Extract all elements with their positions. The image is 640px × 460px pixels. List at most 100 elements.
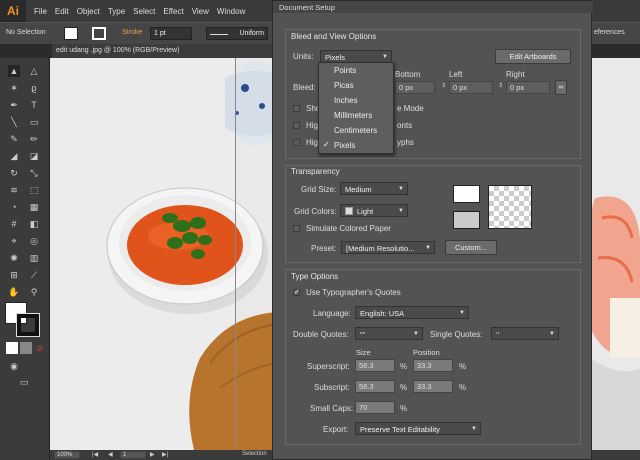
draw-mode-icon[interactable]: ◉	[8, 360, 20, 372]
highlight-fonts-checkbox[interactable]	[293, 122, 300, 129]
stroke-color-icon[interactable]	[16, 313, 40, 337]
document-tab[interactable]: edit udang .jpg @ 100% (RGB/Preview)	[52, 44, 280, 58]
shape-builder-icon[interactable]: ◔	[8, 201, 20, 213]
zoom-tool-icon[interactable]: ⚲	[28, 286, 40, 298]
none-mode-icon[interactable]: ⧄	[34, 342, 46, 354]
screen-mode-icon[interactable]: ▭	[18, 376, 30, 388]
width-tool-icon[interactable]: ≋	[8, 184, 20, 196]
small-caps-field[interactable]: 70	[355, 401, 395, 414]
units-option-points[interactable]: Points	[319, 63, 393, 78]
show-images-outline-checkbox[interactable]	[293, 105, 300, 112]
blob-brush-icon[interactable]: ◢	[8, 150, 20, 162]
last-artboard-icon[interactable]: ▶|	[162, 451, 168, 458]
menu-window[interactable]: Window	[217, 7, 245, 16]
grid-color-1-swatch[interactable]	[453, 185, 480, 203]
subscript-size-field[interactable]: 58.3	[355, 380, 395, 393]
bleed-left-field[interactable]: 0 px	[449, 81, 493, 94]
gradient-icon[interactable]: ◧	[28, 218, 40, 230]
pencil-icon[interactable]: ✏	[28, 133, 40, 145]
single-quotes-value: ‘’	[496, 330, 500, 339]
eyedropper-icon[interactable]: ⌖	[8, 235, 20, 247]
rectangle-tool-icon[interactable]: ▭	[28, 116, 40, 128]
subscript-position-field[interactable]: 33.3	[413, 380, 453, 393]
units-option-pixels[interactable]: Pixels	[319, 138, 393, 153]
language-dropdown[interactable]: English: USA ▼	[355, 306, 469, 319]
menu-view[interactable]: View	[192, 7, 209, 16]
bleed-section-title: Bleed and View Options	[291, 32, 377, 41]
scale-icon[interactable]: ⤡	[28, 167, 40, 179]
superscript-position-field[interactable]: 33.3	[413, 359, 453, 372]
highlight-glyphs-checkbox[interactable]	[293, 139, 300, 146]
units-option-picas[interactable]: Picas	[319, 78, 393, 93]
bleed-right-field[interactable]: 0 px	[506, 81, 550, 94]
grid-size-dropdown[interactable]: Medium ▼	[340, 182, 408, 195]
type-tool-icon[interactable]: T	[28, 99, 40, 111]
single-quotes-dropdown[interactable]: ‘’ ▼	[491, 327, 559, 340]
grid-colors-value: Light	[357, 207, 374, 216]
menu-effect[interactable]: Effect	[163, 7, 183, 16]
preset-dropdown[interactable]: [Medium Resolutio... ▼	[341, 241, 435, 254]
variable-width-profile[interactable]: Uniform	[206, 27, 268, 40]
slice-icon[interactable]: ⟋	[28, 269, 40, 281]
export-dropdown[interactable]: Preserve Text Editability ▼	[355, 422, 481, 435]
zoom-field[interactable]: 100%	[54, 451, 80, 459]
superscript-size-field[interactable]: 58.3	[355, 359, 395, 372]
left-stepper-icon[interactable]: ⇕	[441, 82, 446, 89]
percent-sign: %	[400, 383, 408, 392]
bleed-bottom-field[interactable]: 0 px	[395, 81, 435, 94]
gradient-mode-icon[interactable]	[20, 342, 32, 354]
menu-select[interactable]: Select	[133, 7, 155, 16]
typographers-quotes-checkbox[interactable]: ✓	[293, 289, 300, 296]
fill-swatch[interactable]	[64, 27, 78, 40]
line-tool-icon[interactable]: ╲	[8, 116, 20, 128]
units-option-inches[interactable]: Inches	[319, 93, 393, 108]
selection-tool-icon[interactable]: ▲	[8, 65, 20, 77]
pen-tool-icon[interactable]: ✒	[8, 99, 20, 111]
chevron-down-icon: ▼	[459, 310, 465, 316]
grid-color-2-swatch[interactable]	[453, 211, 480, 229]
highlight-fonts-label-end: onts	[397, 121, 413, 130]
selection-status: No Selection	[6, 29, 46, 36]
menu-edit[interactable]: Edit	[55, 7, 69, 16]
menu-object[interactable]: Object	[77, 7, 100, 16]
grid-colors-dropdown[interactable]: Light ▼	[340, 204, 408, 217]
blend-icon[interactable]: ◎	[28, 235, 40, 247]
chevron-down-icon: ▼	[398, 208, 404, 214]
edit-artboards-button[interactable]: Edit Artboards	[495, 49, 571, 64]
artboard-number-field[interactable]: 1	[120, 451, 146, 459]
right-stepper-icon[interactable]: ⇕	[498, 82, 503, 89]
menu-type[interactable]: Type	[108, 7, 125, 16]
preferences-button[interactable]: eferences	[594, 29, 625, 36]
double-quotes-value: “”	[360, 330, 365, 339]
direct-selection-icon[interactable]: △	[28, 65, 40, 77]
next-artboard-icon[interactable]: ▶	[150, 451, 155, 458]
eraser-icon[interactable]: ◪	[28, 150, 40, 162]
free-transform-icon[interactable]: ⬚	[28, 184, 40, 196]
menu-file[interactable]: File	[34, 7, 47, 16]
paintbrush-icon[interactable]: ✎	[8, 133, 20, 145]
artboard-tool-icon[interactable]: ⊞	[8, 269, 20, 281]
rotate-icon[interactable]: ↻	[8, 167, 20, 179]
superscript-label: Superscript:	[307, 362, 350, 371]
stroke-label[interactable]: Stroke	[122, 29, 142, 36]
symbol-sprayer-icon[interactable]: ✺	[8, 252, 20, 264]
stroke-weight-field[interactable]: 1 pt	[150, 27, 192, 40]
first-artboard-icon[interactable]: |◀	[92, 451, 98, 458]
simulate-paper-checkbox[interactable]	[293, 225, 300, 232]
hand-tool-icon[interactable]: ✋	[8, 286, 20, 298]
profile-line-icon	[210, 34, 228, 35]
column-graph-icon[interactable]: ▥	[28, 252, 40, 264]
link-bleed-icon[interactable]: ∞	[555, 80, 567, 95]
single-quotes-label: Single Quotes:	[430, 330, 483, 339]
color-mode-icon[interactable]	[6, 342, 18, 354]
perspective-grid-icon[interactable]: ▦	[28, 201, 40, 213]
mesh-icon[interactable]: #	[8, 218, 20, 230]
stroke-swatch[interactable]	[92, 27, 106, 40]
magic-wand-icon[interactable]: ✶	[8, 82, 20, 94]
double-quotes-dropdown[interactable]: “” ▼	[355, 327, 423, 340]
custom-button[interactable]: Custom...	[445, 240, 497, 255]
lasso-icon[interactable]: ϱ	[28, 82, 40, 94]
prev-artboard-icon[interactable]: ◀	[108, 451, 113, 458]
units-option-centimeters[interactable]: Centimeters	[319, 123, 393, 138]
units-option-millimeters[interactable]: Millimeters	[319, 108, 393, 123]
